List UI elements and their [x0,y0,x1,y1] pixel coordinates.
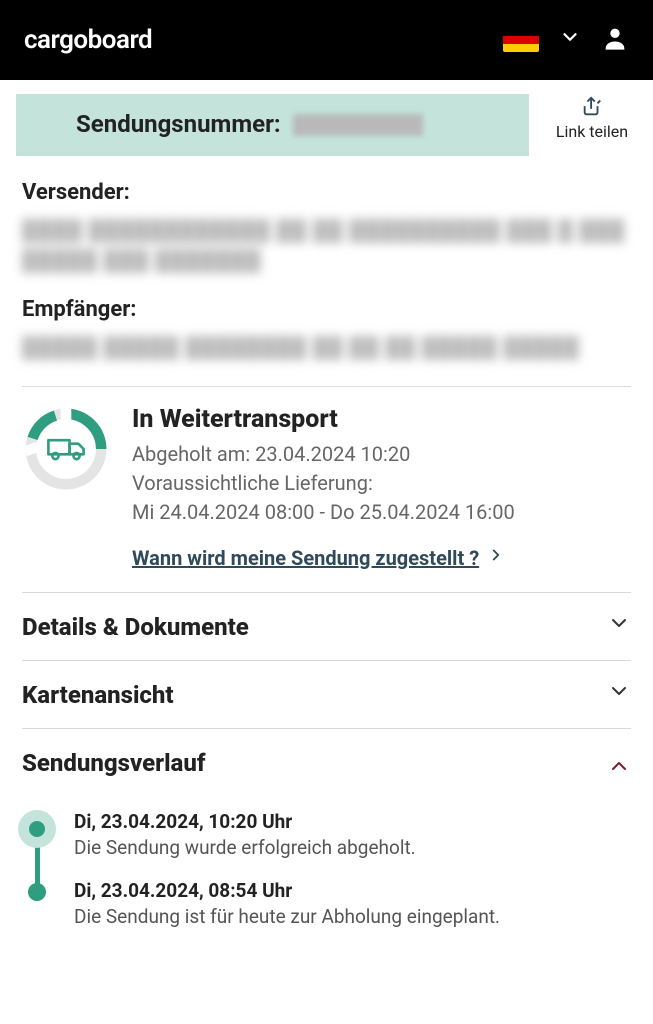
history-time: Di, 23.04.2024, 08:54 Uhr [74,879,631,902]
history-track [22,879,52,948]
share-link-label: Link teilen [556,122,628,141]
history-item: Di, 23.04.2024, 08:54 Uhr Die Sendung is… [22,879,631,948]
delivery-faq-link-text[interactable]: Wann wird meine Sendung zugestellt ? [132,546,479,570]
header-right [503,24,629,56]
recipient-value-redacted: █████ █████ ████████ ██ ██ ██ █████ ████… [22,332,631,362]
history-track [22,810,52,879]
accordion-history-title: Sendungsverlauf [22,749,206,777]
accordion-map-title: Kartenansicht [22,681,174,709]
history-desc: Die Sendung ist für heute zur Abholung e… [74,904,631,930]
app-header: cargoboard [0,0,653,80]
history-time: Di, 23.04.2024, 10:20 Uhr [74,810,631,833]
sender-label: Versender: [22,180,631,205]
chevron-down-icon [607,679,631,710]
status-picked-up: Abgeholt am: 23.04.2024 10:20 [132,440,631,469]
user-account-icon[interactable] [601,24,629,56]
shipment-header-row: Sendungsnummer: Link teilen [16,94,637,156]
shipment-history: Di, 23.04.2024, 10:20 Uhr Die Sendung wu… [16,796,637,947]
accordion-details-title: Details & Dokumente [22,613,249,641]
status-progress-icon [22,405,110,493]
chevron-up-icon [607,747,631,778]
language-flag-de[interactable] [503,28,539,52]
accordion-details[interactable]: Details & Dokumente [16,593,637,660]
shipment-number-value-redacted [293,114,423,136]
shipment-number-banner: Sendungsnummer: [16,94,529,156]
logo: cargoboard [24,25,152,55]
language-dropdown-chevron-icon[interactable] [559,26,581,54]
accordion-history[interactable]: Sendungsverlauf [16,729,637,796]
share-link-button[interactable]: Link teilen [547,94,637,141]
delivery-faq-link[interactable]: Wann wird meine Sendung zugestellt ? [132,545,631,570]
truck-icon [48,440,83,459]
status-eta-label: Voraussichtliche Lieferung: [132,469,631,498]
status-eta-value: Mi 24.04.2024 08:00 - Do 25.04.2024 16:0… [132,498,631,527]
status-block: In Weitertransport Abgeholt am: 23.04.20… [16,387,637,592]
timeline-dot-icon [28,883,46,901]
share-icon [581,96,603,118]
status-text: In Weitertransport Abgeholt am: 23.04.20… [132,405,631,570]
history-desc: Die Sendung wurde erfolgreich abgeholt. [74,835,631,861]
page-content: Sendungsnummer: Link teilen Versender: █… [0,80,653,971]
accordion-map[interactable]: Kartenansicht [16,661,637,728]
timeline-dot-current-icon [18,810,56,848]
recipient-label: Empfänger: [22,297,631,322]
sender-value-redacted: ████ ████████████ ██ ██ ██████████ ███ █… [22,215,631,273]
chevron-right-icon [487,545,505,570]
shipment-number-label: Sendungsnummer: [76,110,281,138]
status-title: In Weitertransport [132,405,631,434]
chevron-down-icon [607,611,631,642]
history-item: Di, 23.04.2024, 10:20 Uhr Die Sendung wu… [22,810,631,879]
